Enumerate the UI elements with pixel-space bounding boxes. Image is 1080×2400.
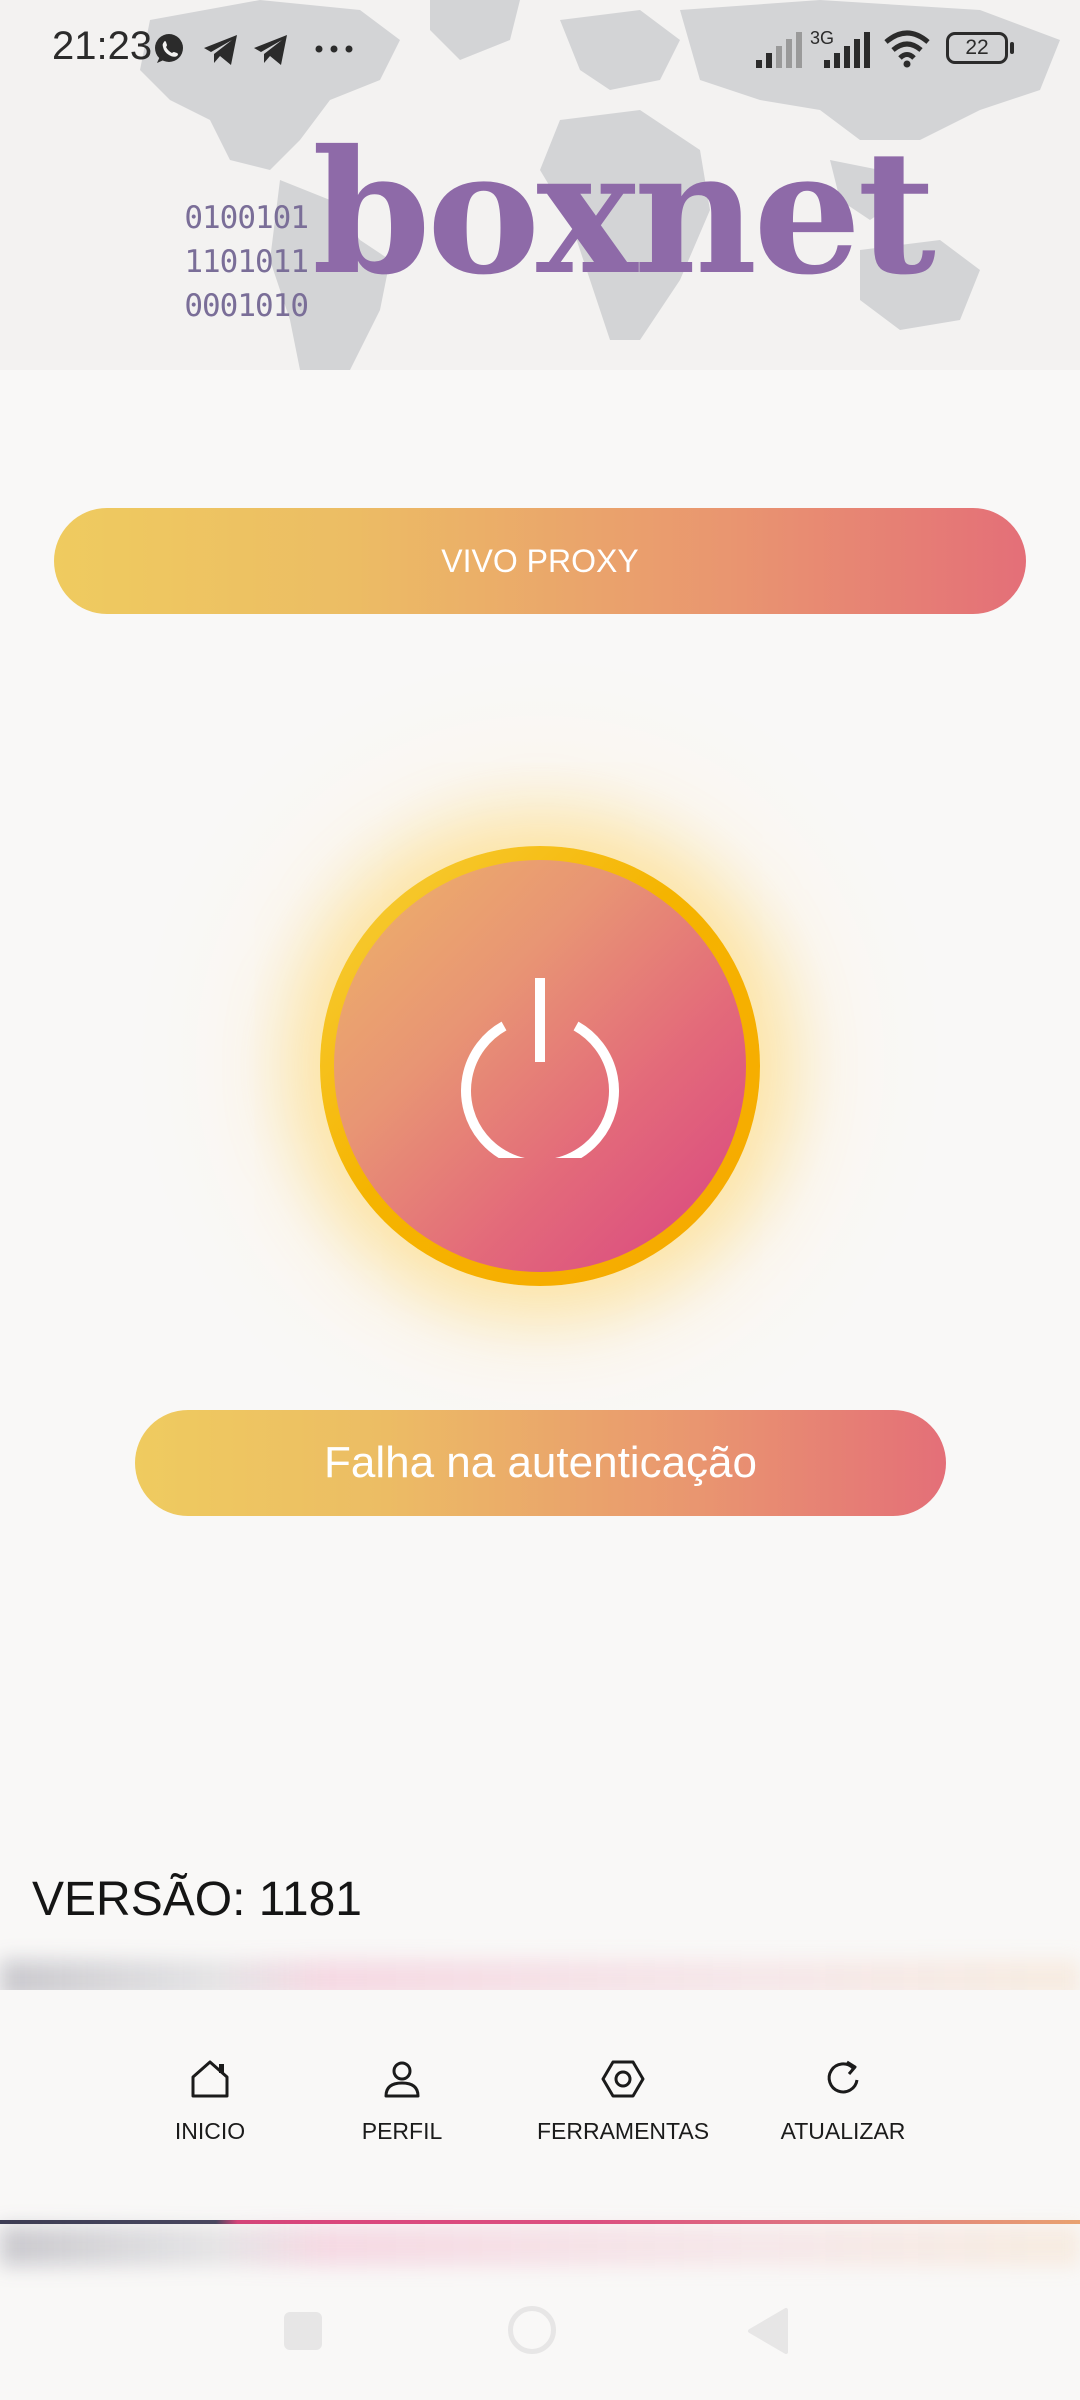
logo-binary: 0100101 1101011 0001010 <box>148 196 309 328</box>
connection-status-badge: Falha na autenticação <box>135 1410 946 1516</box>
battery-icon: 22 <box>946 32 1008 64</box>
logo-binary-line: 1101011 <box>184 244 309 280</box>
logo-binary-line: 0001010 <box>184 288 309 324</box>
signal-icon <box>756 32 802 68</box>
profile-label: VIVO PROXY <box>441 542 639 579</box>
nav-bottom-divider <box>0 2220 1080 2224</box>
power-icon <box>461 978 619 1158</box>
person-icon <box>384 2061 420 2098</box>
status-time: 21:23 <box>52 24 153 68</box>
nav-item-atualizar[interactable]: ATUALIZAR <box>743 2056 943 2166</box>
nav-label-inicio: INICIO <box>174 2118 246 2144</box>
nav-item-inicio[interactable]: INICIO <box>110 2056 310 2166</box>
profile-selector-button[interactable]: VIVO PROXY <box>54 508 1026 614</box>
signal-icon-2 <box>824 32 870 68</box>
home-icon <box>191 2060 229 2098</box>
status-bar: 21:23 3G 22 <box>0 0 1080 100</box>
connection-status-text: Falha na autenticação <box>324 1438 757 1487</box>
version-label: VERSÃO: 1181 <box>32 1873 362 1926</box>
hexagon-settings-icon <box>601 2060 645 2098</box>
nav-label-atualizar: ATUALIZAR <box>780 2118 906 2144</box>
logo-binary-line: 0100101 <box>184 200 309 236</box>
battery-level: 22 <box>965 36 989 59</box>
nav-label-perfil: PERFIL <box>361 2118 443 2144</box>
app-logo: boxnet <box>312 113 936 313</box>
nav-item-ferramentas[interactable]: FERRAMENTAS <box>523 2056 723 2166</box>
nav-item-perfil[interactable]: PERFIL <box>302 2056 502 2166</box>
wifi-icon <box>884 30 930 68</box>
telegram-icon <box>204 35 237 65</box>
back-button[interactable] <box>746 2306 790 2356</box>
battery-tip <box>1010 42 1014 54</box>
nav-label-ferramentas: FERRAMENTAS <box>536 2118 710 2144</box>
whatsapp-icon <box>155 34 183 63</box>
app-header: 21:23 3G 22 0100101 1101011 0001010 boxn… <box>0 0 1080 370</box>
home-button[interactable] <box>508 2306 556 2354</box>
more-dots-icon <box>315 45 353 53</box>
telegram-icon <box>254 35 287 65</box>
refresh-icon <box>827 2060 859 2094</box>
recents-button[interactable] <box>284 2312 322 2350</box>
nav-bottom-glow <box>0 2226 1080 2266</box>
